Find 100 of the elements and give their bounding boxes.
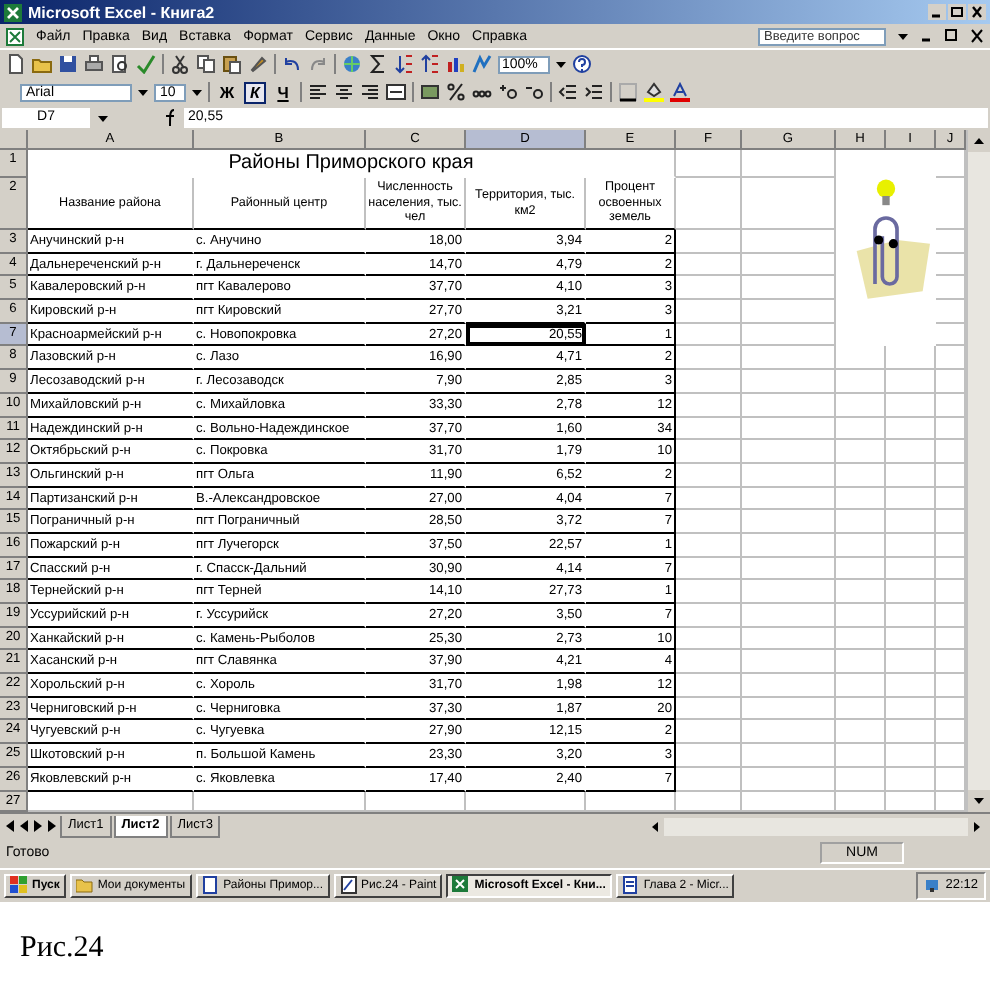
empty-cell[interactable] <box>676 744 742 768</box>
empty-cell[interactable] <box>676 627 742 651</box>
caret-icon[interactable] <box>898 30 908 42</box>
scroll-down-icon[interactable] <box>968 789 990 812</box>
previous-sheet-icon[interactable] <box>18 816 30 837</box>
empty-cell[interactable] <box>676 276 742 301</box>
caret-icon[interactable] <box>98 112 108 124</box>
empty-cell[interactable] <box>742 300 836 324</box>
empty-cell[interactable] <box>886 674 936 698</box>
copy-icon[interactable] <box>196 54 216 74</box>
style-button[interactable]: К <box>244 81 266 103</box>
empty-cell[interactable] <box>836 650 886 675</box>
empty-cell[interactable] <box>836 720 886 745</box>
empty-cell[interactable] <box>742 580 836 604</box>
vertical-scrollbar[interactable] <box>966 130 990 812</box>
select-all-button[interactable] <box>0 130 28 150</box>
empty-cell[interactable] <box>742 463 836 488</box>
empty-cell[interactable] <box>676 533 742 558</box>
open-folder-icon[interactable] <box>32 54 52 74</box>
empty-cell[interactable] <box>836 393 886 417</box>
empty-cell[interactable] <box>742 557 836 581</box>
percent-icon[interactable] <box>446 82 466 102</box>
sort-ascending-icon[interactable] <box>394 54 414 74</box>
empty-cell[interactable] <box>742 767 836 791</box>
empty-cell[interactable] <box>742 627 836 651</box>
empty-cell[interactable] <box>836 370 886 394</box>
new-document-icon[interactable] <box>6 54 26 74</box>
empty-cell[interactable] <box>676 150 742 178</box>
empty-cell[interactable] <box>742 253 836 277</box>
indent-icon[interactable] <box>584 82 604 102</box>
empty-cell[interactable] <box>836 674 886 698</box>
function-icon[interactable] <box>164 108 176 128</box>
empty-cell[interactable] <box>742 440 836 464</box>
empty-cell[interactable] <box>676 178 742 230</box>
align-right-icon[interactable] <box>360 82 380 102</box>
empty-cell[interactable] <box>886 720 936 745</box>
fill-color-icon[interactable] <box>644 82 664 102</box>
next-sheet-icon[interactable] <box>32 816 44 837</box>
empty-cell[interactable] <box>886 370 936 394</box>
empty-cell[interactable] <box>886 346 936 371</box>
scissors-icon[interactable] <box>170 54 190 74</box>
empty-cell[interactable] <box>742 720 836 745</box>
empty-cell[interactable] <box>836 346 886 371</box>
empty-cell[interactable] <box>676 604 742 628</box>
outdent-icon[interactable] <box>558 82 578 102</box>
print-preview-icon[interactable] <box>110 54 130 74</box>
close-icon[interactable] <box>968 4 986 20</box>
empty-cell[interactable] <box>836 533 886 558</box>
empty-cell[interactable] <box>886 627 936 651</box>
empty-cell[interactable] <box>676 650 742 675</box>
chart-icon[interactable] <box>446 54 466 74</box>
sort-descending-icon[interactable] <box>420 54 440 74</box>
empty-cell[interactable] <box>676 720 742 745</box>
empty-cell[interactable] <box>742 650 836 675</box>
empty-cell[interactable] <box>676 393 742 417</box>
decrease-decimal-icon[interactable] <box>524 82 544 102</box>
empty-cell[interactable] <box>742 417 836 441</box>
printer-icon[interactable] <box>84 54 104 74</box>
empty-cell[interactable] <box>742 487 836 511</box>
brush-icon[interactable] <box>248 54 268 74</box>
style-button[interactable]: Ж <box>216 81 238 103</box>
undo-icon[interactable] <box>282 54 302 74</box>
empty-cell[interactable] <box>886 487 936 511</box>
empty-cell[interactable] <box>886 744 936 768</box>
empty-cell[interactable] <box>676 580 742 604</box>
empty-cell[interactable] <box>742 744 836 768</box>
empty-cell[interactable] <box>676 697 742 721</box>
empty-cell[interactable] <box>836 744 886 768</box>
align-left-icon[interactable] <box>308 82 328 102</box>
network-icon[interactable] <box>923 876 940 895</box>
empty-cell[interactable] <box>886 440 936 464</box>
borders-icon[interactable] <box>618 82 638 102</box>
scroll-up-icon[interactable] <box>968 130 990 152</box>
empty-cell[interactable] <box>676 253 742 277</box>
save-icon[interactable] <box>58 54 78 74</box>
caret-icon[interactable] <box>138 86 148 98</box>
empty-cell[interactable] <box>742 150 836 178</box>
empty-cell[interactable] <box>886 417 936 441</box>
empty-cell[interactable] <box>836 440 886 464</box>
caret-icon[interactable] <box>192 86 202 98</box>
empty-cell[interactable] <box>676 487 742 511</box>
empty-cell[interactable] <box>886 533 936 558</box>
empty-cell[interactable] <box>836 604 886 628</box>
close-icon[interactable] <box>970 28 984 44</box>
empty-cell[interactable] <box>742 346 836 371</box>
empty-cell[interactable] <box>676 557 742 581</box>
empty-cell[interactable] <box>676 440 742 464</box>
empty-cell[interactable] <box>836 580 886 604</box>
empty-cell[interactable] <box>742 178 836 230</box>
empty-cell[interactable] <box>836 463 886 488</box>
empty-cell[interactable] <box>836 510 886 534</box>
caret-icon[interactable] <box>556 58 566 70</box>
empty-cell[interactable] <box>886 604 936 628</box>
empty-cell[interactable] <box>676 674 742 698</box>
empty-cell[interactable] <box>886 580 936 604</box>
empty-cell[interactable] <box>836 417 886 441</box>
empty-cell[interactable] <box>676 323 742 347</box>
empty-cell[interactable] <box>886 463 936 488</box>
empty-cell[interactable] <box>886 510 936 534</box>
empty-cell[interactable] <box>676 370 742 394</box>
